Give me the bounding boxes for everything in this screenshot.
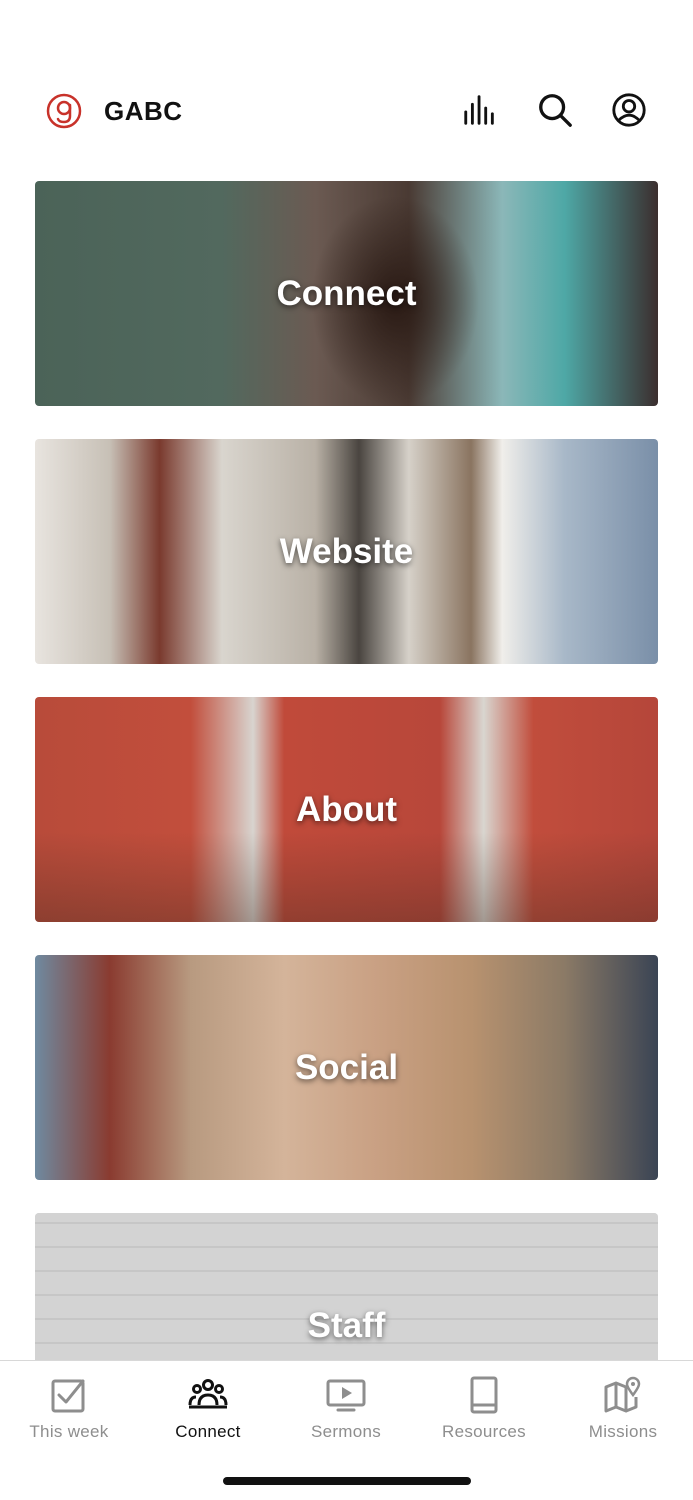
tab-label: Missions: [588, 1422, 658, 1441]
tab-label: This week: [29, 1422, 109, 1441]
tab-connect[interactable]: Connect: [139, 1361, 277, 1456]
people-icon: [188, 1379, 228, 1409]
card-label: Staff: [307, 1305, 386, 1345]
book-icon: [470, 1376, 498, 1414]
checkbox-icon: [51, 1379, 85, 1413]
gabc-logo-icon[interactable]: [46, 93, 82, 129]
tab-label: Connect: [175, 1422, 241, 1441]
tab-label: Resources: [442, 1422, 526, 1441]
map-pin-icon: [604, 1376, 641, 1413]
card-social[interactable]: Social: [35, 955, 658, 1180]
play-screen-icon: [326, 1379, 366, 1412]
search-icon[interactable]: [535, 90, 575, 130]
tab-missions[interactable]: Missions: [554, 1361, 692, 1456]
tab-resources[interactable]: Resources: [415, 1361, 553, 1456]
card-label: Website: [279, 531, 414, 571]
home-indicator[interactable]: [223, 1477, 471, 1485]
card-label: Social: [294, 1047, 399, 1087]
tab-this-week[interactable]: This week: [0, 1361, 138, 1456]
card-label: Connect: [276, 273, 417, 313]
card-label: About: [295, 789, 398, 829]
tab-label: Sermons: [310, 1422, 382, 1441]
tab-sermons[interactable]: Sermons: [277, 1361, 415, 1456]
audio-bars-icon[interactable]: [460, 90, 500, 130]
card-about[interactable]: About: [35, 697, 658, 922]
app-title: GABC: [104, 96, 183, 126]
card-website[interactable]: Website: [35, 439, 658, 664]
app-header: GABC: [0, 0, 693, 170]
card-connect[interactable]: Connect: [35, 181, 658, 406]
profile-icon[interactable]: [609, 90, 649, 130]
